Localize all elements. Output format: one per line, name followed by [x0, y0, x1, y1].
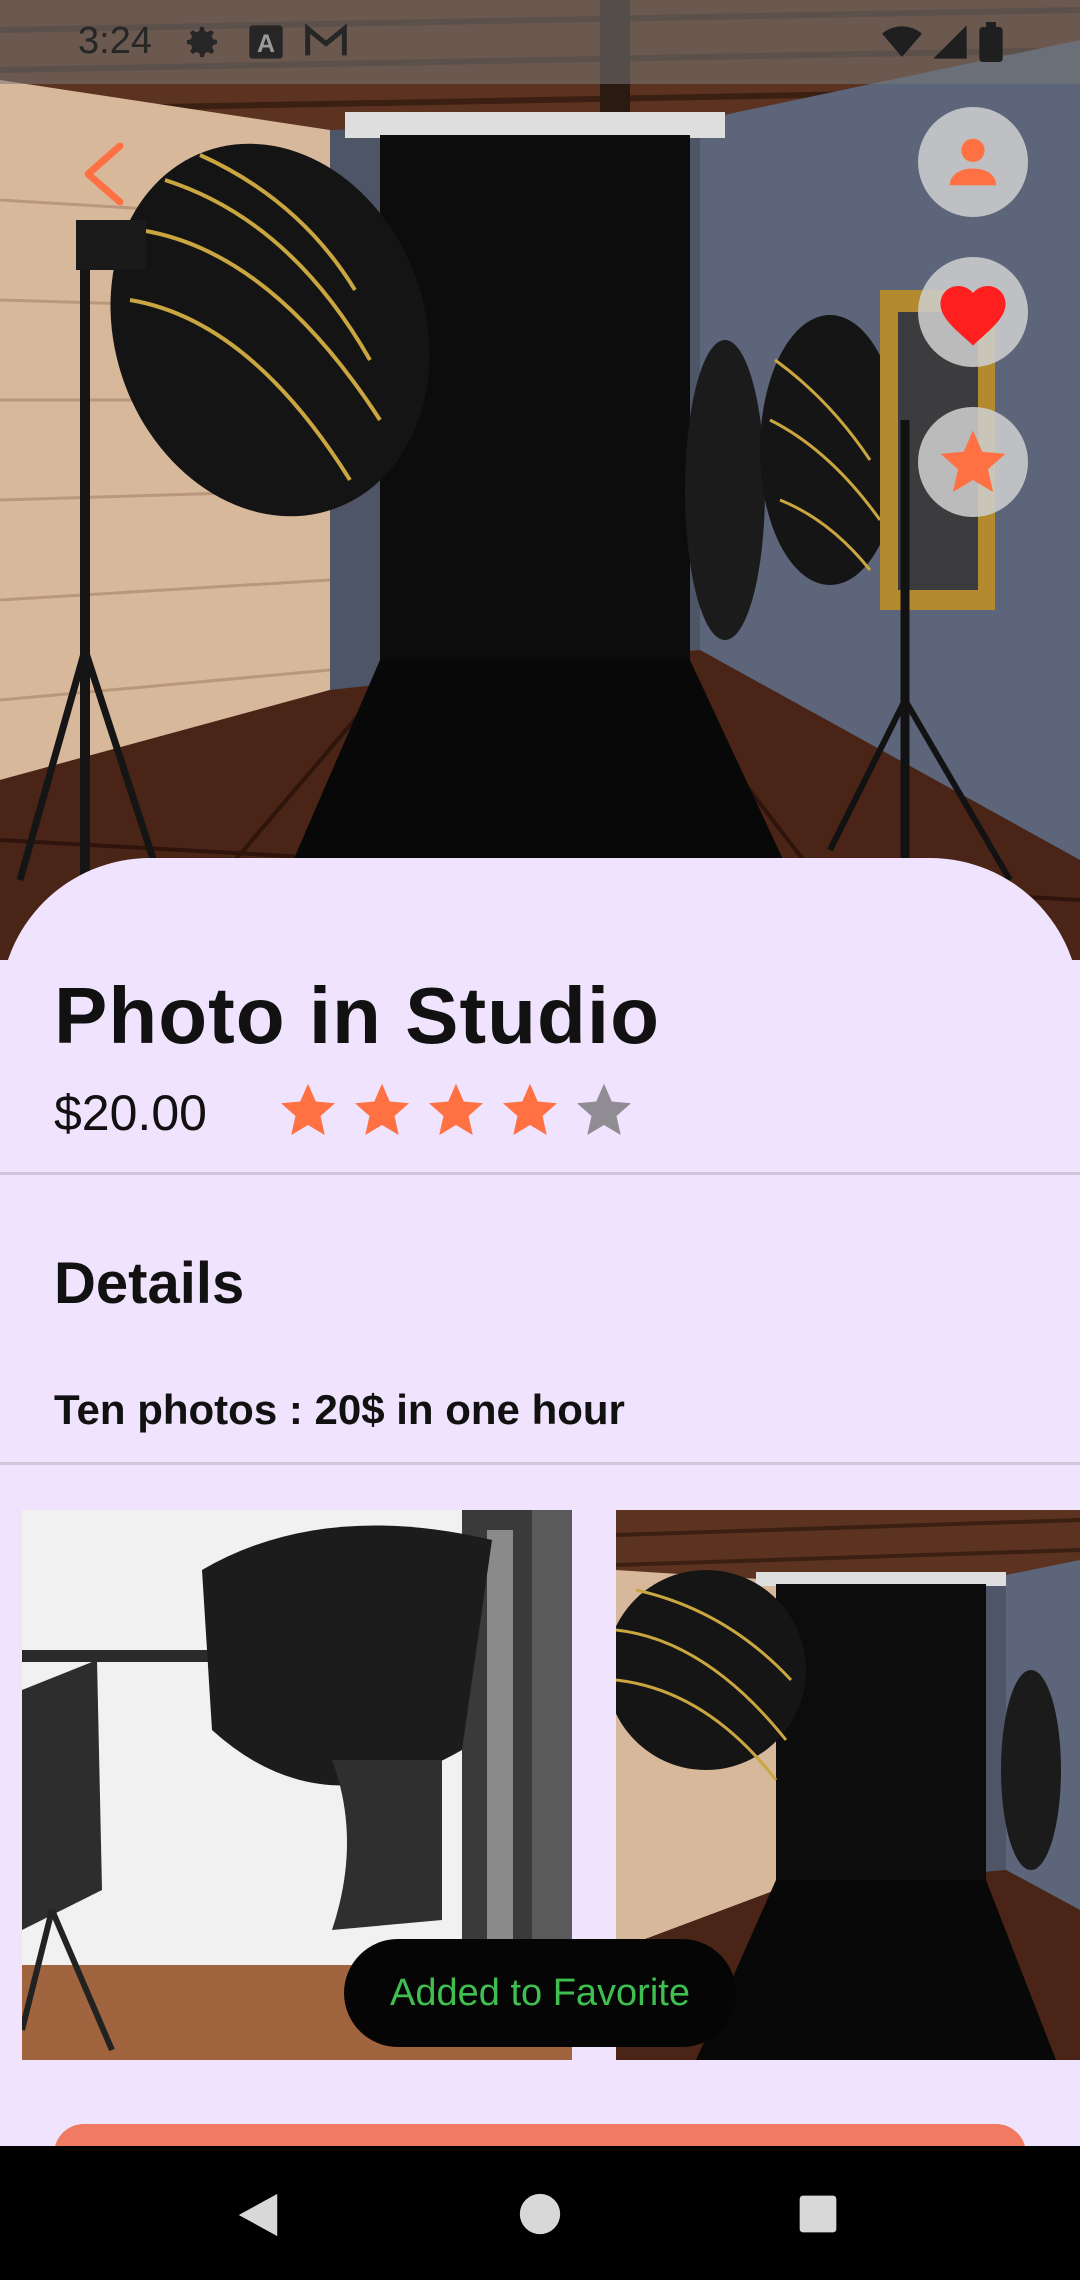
star-filled-icon[interactable]: [278, 1080, 338, 1140]
product-price: $20.00: [54, 1085, 207, 1141]
details-text: Ten photos : 20$ in one hour: [54, 1386, 625, 1433]
profile-icon: [949, 138, 997, 186]
rating-stars: [278, 1080, 634, 1140]
details-heading: Details: [54, 1251, 245, 1316]
rate-button[interactable]: [918, 407, 1028, 517]
divider: [0, 1172, 1080, 1175]
product-title: Photo in Studio: [54, 971, 660, 1060]
heart-icon: [940, 286, 1006, 346]
back-button[interactable]: [74, 138, 138, 210]
toast-message: Added to Favorite: [344, 1939, 736, 2047]
recents-square-icon[interactable]: [798, 2194, 838, 2234]
a-icon: A: [249, 25, 283, 59]
star-filled-icon[interactable]: [500, 1080, 560, 1140]
m-icon: [305, 23, 347, 56]
signal-icon: [933, 25, 967, 59]
chevron-left-icon: [84, 142, 124, 206]
home-circle-icon[interactable]: [518, 2192, 562, 2236]
star-filled-icon[interactable]: [352, 1080, 412, 1140]
star-filled-icon[interactable]: [426, 1080, 486, 1140]
back-triangle-icon[interactable]: [234, 2190, 282, 2240]
status-bar: 3:24 A: [0, 0, 1080, 84]
hero-image: [0, 0, 1080, 960]
svg-text:A: A: [257, 30, 275, 58]
battery-icon: [979, 22, 1003, 62]
star-empty-icon[interactable]: [574, 1080, 634, 1140]
star-icon: [940, 430, 1006, 492]
divider: [0, 1462, 1080, 1465]
wifi-icon: [882, 26, 922, 57]
favorite-button[interactable]: [918, 257, 1028, 367]
gear-icon: [187, 27, 217, 58]
navigation-bar: [0, 2146, 1080, 2280]
profile-button[interactable]: [918, 107, 1028, 217]
status-time: 3:24: [78, 20, 152, 62]
